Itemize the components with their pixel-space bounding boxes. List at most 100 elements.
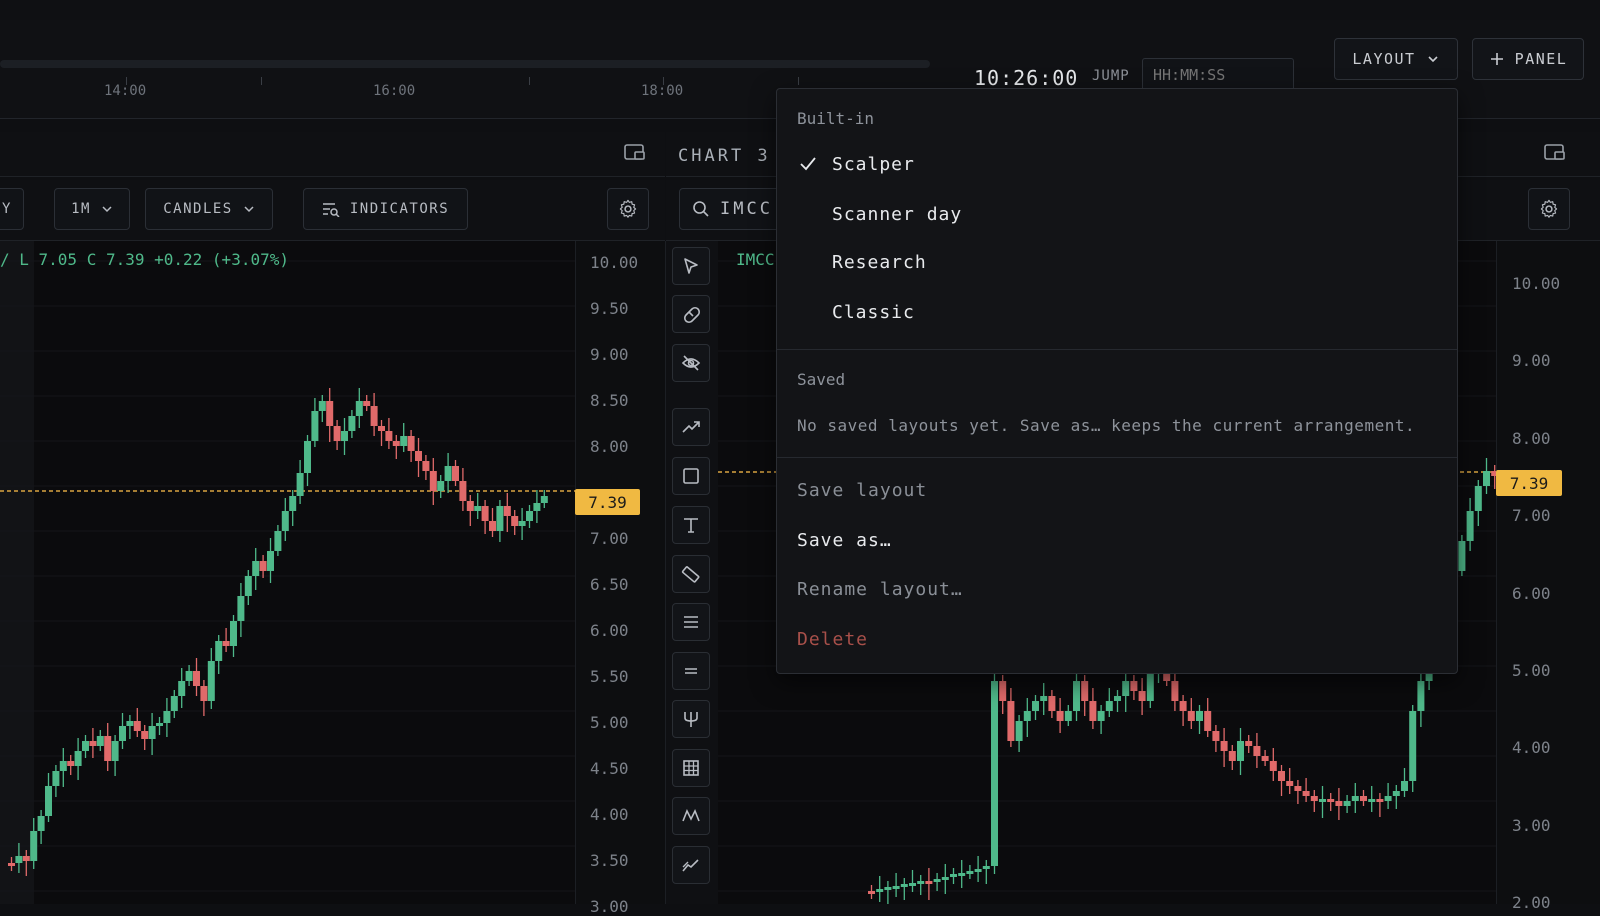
popout-icon[interactable] <box>624 144 646 166</box>
right-price-axis[interactable] <box>1496 241 1600 904</box>
candle-body <box>941 877 949 880</box>
price-axis-label: 9.00 <box>590 345 629 364</box>
candle-body <box>15 856 23 863</box>
candle-body <box>496 506 504 531</box>
jump-label: JUMP <box>1092 68 1130 84</box>
ruler-tool-button[interactable] <box>672 555 710 593</box>
chart-type-value: CANDLES <box>163 201 233 217</box>
checkmark-icon <box>800 157 816 171</box>
rectangle-tool-button[interactable] <box>672 457 710 495</box>
chart-type-select[interactable]: CANDLES <box>145 188 273 230</box>
add-panel-label: PANEL <box>1514 50 1568 68</box>
gear-icon <box>1540 199 1558 218</box>
candle-body <box>1351 796 1359 801</box>
add-panel-button[interactable]: PANEL <box>1472 38 1584 80</box>
symbol-label: IMCC <box>736 250 775 269</box>
candle-body <box>429 471 437 491</box>
candle-body <box>141 731 149 739</box>
candle-body <box>89 741 97 746</box>
rename-layout-item[interactable]: Rename layout… <box>797 579 963 600</box>
candle-body <box>474 506 482 511</box>
candle-body <box>540 496 548 503</box>
cut-off-button[interactable]: Y <box>0 188 24 230</box>
menu-divider <box>777 457 1457 458</box>
plus-icon <box>1490 53 1503 65</box>
layout-option-research[interactable]: Research <box>777 239 1457 287</box>
candle-body <box>22 856 30 861</box>
candle-body <box>363 401 371 406</box>
indicators-button[interactable]: INDICATORS <box>303 188 468 230</box>
grid-icon <box>683 760 699 776</box>
chevron-down-icon <box>102 206 112 213</box>
price-axis-label: 2.00 <box>1512 893 1551 913</box>
candle-body <box>274 531 282 551</box>
zigzag-tool-button[interactable] <box>672 797 710 835</box>
jump-time-input[interactable] <box>1142 58 1294 92</box>
settings-button[interactable] <box>1528 188 1570 230</box>
candle-body <box>1335 801 1343 806</box>
candle-body <box>1187 711 1195 721</box>
path-tool-button[interactable] <box>672 846 710 884</box>
price-axis-label: 7.00 <box>590 529 629 548</box>
candle-body <box>59 761 67 771</box>
saved-section-title: Saved <box>797 370 846 389</box>
layout-option-classic[interactable]: Classic <box>777 289 1457 337</box>
candle-body <box>244 576 252 596</box>
layout-option-scanner-day[interactable]: Scanner day <box>777 191 1457 239</box>
parallel-lines-tool-button[interactable] <box>672 652 710 690</box>
candle-body <box>1392 791 1400 796</box>
text-tool-button[interactable] <box>672 506 710 544</box>
interval-select[interactable]: 1M <box>54 188 130 230</box>
candle-body <box>1007 701 1015 741</box>
candle-body <box>1401 781 1408 791</box>
pitchfork-tool-button[interactable] <box>672 700 710 738</box>
symbol-search[interactable]: IMCC <box>679 188 789 230</box>
save-as-item[interactable]: Save as… <box>797 530 892 551</box>
candle-body <box>1220 741 1228 751</box>
candle-body <box>437 481 445 491</box>
price-axis-label: 5.00 <box>1512 661 1551 680</box>
layout-option-label: Classic <box>832 302 915 323</box>
candle-body <box>45 786 52 816</box>
timeline-scrubber[interactable] <box>0 60 930 68</box>
cursor-icon <box>684 258 698 274</box>
layout-option-scalper[interactable]: Scalper <box>777 141 1457 189</box>
candle-body <box>511 516 519 526</box>
delete-layout-item[interactable]: Delete <box>797 629 868 650</box>
candle-body <box>1253 746 1261 756</box>
candle-body <box>892 886 900 889</box>
candle-body <box>400 436 408 446</box>
trend-line-tool-button[interactable] <box>672 408 710 446</box>
save-layout-item[interactable]: Save layout <box>797 480 927 501</box>
magnet-tool-button[interactable] <box>672 295 710 333</box>
indicators-icon <box>322 203 340 217</box>
candle-body <box>200 686 208 701</box>
horizontal-lines-tool-button[interactable] <box>672 603 710 641</box>
price-axis-label: 3.00 <box>1512 815 1551 835</box>
grid-tool-button[interactable] <box>672 749 710 787</box>
candle-body <box>1261 756 1269 761</box>
candle-body <box>341 431 348 441</box>
candle-body <box>1376 799 1384 802</box>
layout-option-label: Research <box>832 252 927 273</box>
candle-body <box>1286 781 1294 786</box>
price-axis-label: 6.50 <box>590 575 629 594</box>
settings-button[interactable] <box>607 188 649 230</box>
layout-button[interactable]: LAYOUT <box>1334 38 1458 80</box>
candle-body <box>1138 691 1146 701</box>
last-price-tag: 7.39 <box>575 489 640 515</box>
path-icon <box>682 859 699 872</box>
eye-off-tool-button[interactable] <box>672 344 710 382</box>
candle-body <box>230 621 237 646</box>
candle-body <box>170 696 178 711</box>
text-icon <box>684 518 698 533</box>
candle-body <box>392 441 400 446</box>
candle-body <box>126 721 134 726</box>
candle-body <box>1015 721 1023 741</box>
candle-body <box>982 866 990 869</box>
saved-empty-message: No saved layouts yet. Save as… keeps the… <box>797 416 1416 435</box>
cursor-tool-button[interactable] <box>672 247 710 285</box>
candle-body <box>1483 471 1490 486</box>
popout-icon[interactable] <box>1544 144 1566 166</box>
candle-body <box>909 883 916 886</box>
